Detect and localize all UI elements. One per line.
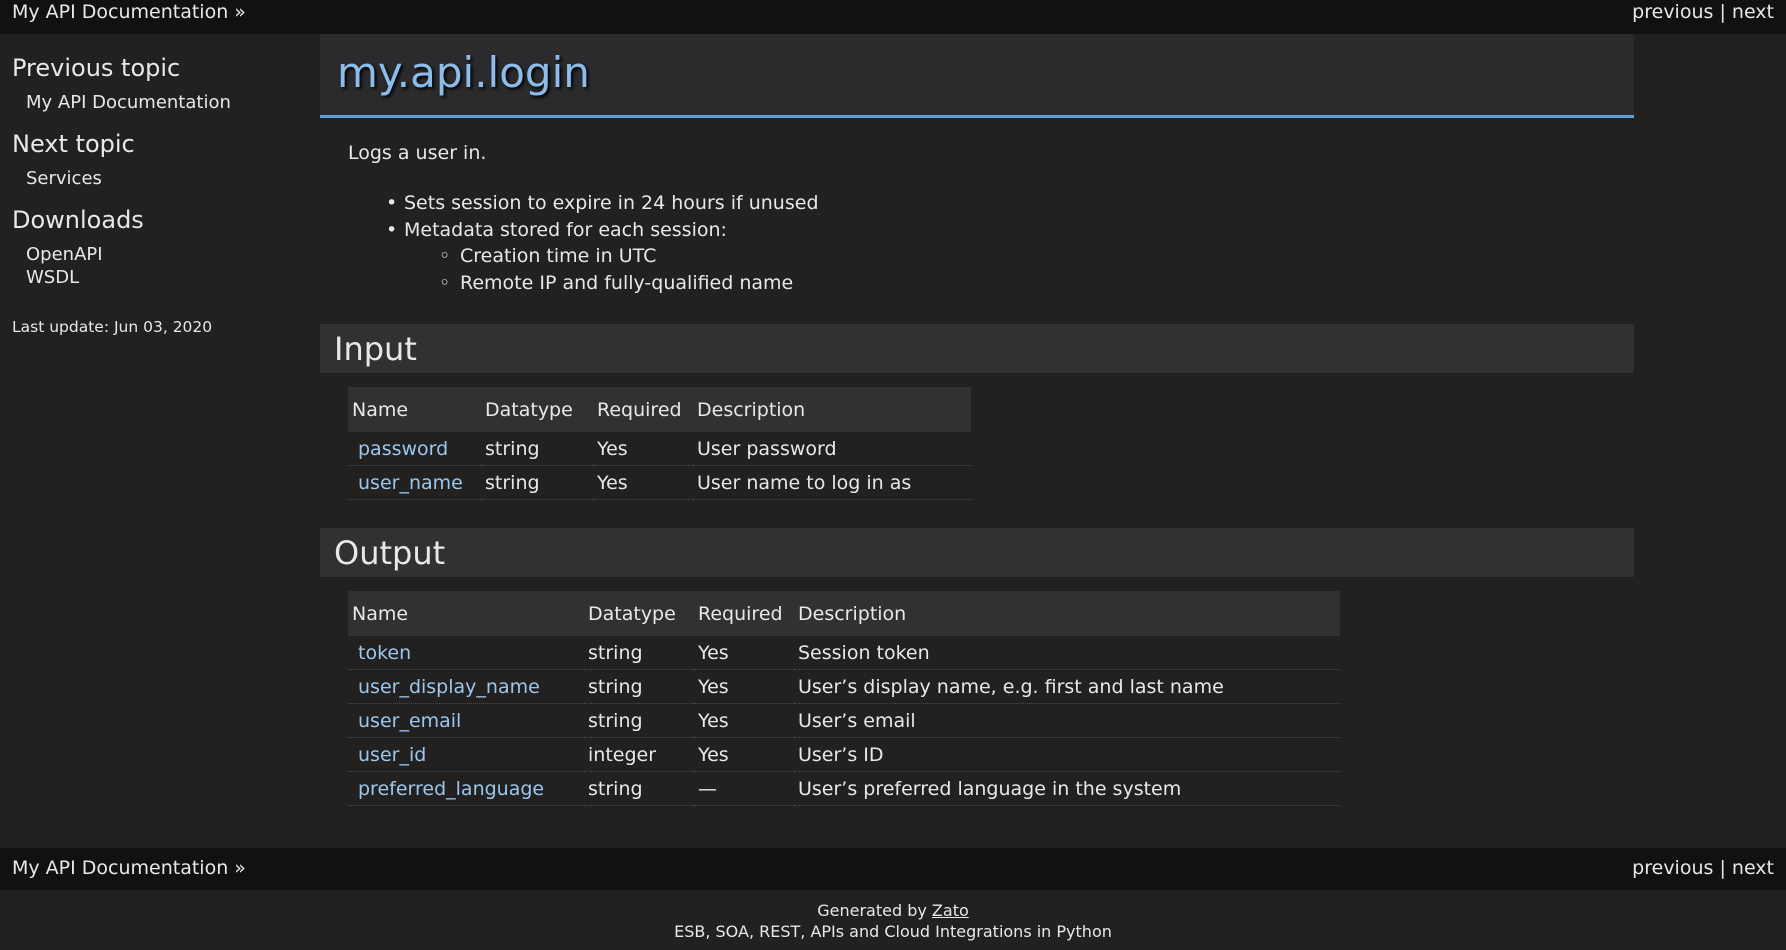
sidebar: Previous topic My API Documentation Next… [0,34,318,848]
footer-tagline: ESB, SOA, REST, APIs and Cloud Integrati… [674,922,1112,941]
breadcrumb: My API Documentation » [12,1,246,23]
param-required: Yes [694,737,794,772]
output-section-header: Output [320,528,1634,577]
param-datatype: string [481,432,593,466]
table-row: user_name string Yes User name to log in… [348,465,971,500]
table-row: token string Yes Session token [348,636,1340,670]
column-header-required: Required [694,591,794,636]
home-link[interactable]: My API Documentation [12,857,228,879]
home-link[interactable]: My API Documentation [12,1,228,23]
param-name-link[interactable]: token [358,642,411,664]
main-content: my.api.login Logs a user in. Sets sessio… [320,34,1634,848]
param-required: Yes [593,432,693,466]
list-item: Sets session to expire in 24 hours if un… [320,190,819,217]
downloads-heading: Downloads [12,206,144,234]
breadcrumb-separator: » [234,857,246,879]
previous-topic-link[interactable]: My API Documentation [26,92,231,113]
param-description: User password [693,432,971,466]
previous-link[interactable]: previous [1632,857,1713,879]
prev-next-nav: previous | next [1632,857,1774,879]
param-description: User’s preferred language in the system [794,771,1340,806]
param-name-link[interactable]: user_display_name [358,676,540,698]
param-description: User’s display name, e.g. first and last… [794,669,1340,704]
title-bar: my.api.login [320,34,1634,118]
param-datatype: string [481,465,593,500]
table-row: user_display_name string Yes User’s disp… [348,669,1340,704]
top-nav-bar: My API Documentation » previous | next [0,0,1786,34]
param-required: Yes [694,636,794,670]
column-header-name: Name [348,387,481,432]
previous-topic-heading: Previous topic [12,54,181,82]
column-header-datatype: Datatype [584,591,694,636]
breadcrumb-separator: » [234,1,246,23]
param-description: User’s email [794,703,1340,738]
param-required: — [694,771,794,806]
input-heading: Input [334,330,417,368]
generated-by-line: Generated by Zato [0,901,1786,920]
prev-next-nav: previous | next [1632,1,1774,23]
list-item: Metadata stored for each session: [320,217,819,244]
next-link[interactable]: next [1732,1,1774,23]
column-header-name: Name [348,591,584,636]
last-update: Last update: Jun 03, 2020 [12,318,213,336]
footer: Generated by Zato ESB, SOA, REST, APIs a… [0,890,1786,950]
table-header-row: Name Datatype Required Description [348,591,1340,636]
download-openapi-link[interactable]: OpenAPI [26,244,103,265]
generated-by-text: Generated by [817,901,927,920]
next-topic-link[interactable]: Services [26,168,102,189]
param-name-link[interactable]: user_id [358,744,426,766]
input-table: Name Datatype Required Description passw… [348,387,971,500]
param-required: Yes [593,465,693,500]
list-item: Creation time in UTC [320,243,819,270]
column-header-required: Required [593,387,693,432]
param-description: Session token [794,636,1340,670]
page-title: my.api.login [337,48,590,97]
next-link[interactable]: next [1732,857,1774,879]
nav-separator: | [1719,857,1726,879]
output-heading: Output [334,534,446,572]
breadcrumb: My API Documentation » [12,857,246,879]
param-name-link[interactable]: user_name [358,472,463,494]
param-required: Yes [694,669,794,704]
column-header-description: Description [794,591,1340,636]
description-list: Sets session to expire in 24 hours if un… [320,190,819,296]
param-required: Yes [694,703,794,738]
nav-separator: | [1719,1,1726,23]
previous-link[interactable]: previous [1632,1,1713,23]
param-datatype: string [584,703,694,738]
column-header-description: Description [693,387,971,432]
param-name-link[interactable]: user_email [358,710,461,732]
param-description: User name to log in as [693,465,971,500]
table-row: password string Yes User password [348,432,971,466]
param-datatype: string [584,636,694,670]
download-wsdl-link[interactable]: WSDL [26,267,79,288]
output-table: Name Datatype Required Description token… [348,591,1340,806]
list-item: Remote IP and fully-qualified name [320,270,819,297]
input-section-header: Input [320,324,1634,373]
param-description: User’s ID [794,737,1340,772]
table-row: user_email string Yes User’s email [348,703,1340,738]
table-row: preferred_language string — User’s prefe… [348,771,1340,806]
param-datatype: string [584,669,694,704]
service-summary: Logs a user in. [348,142,487,164]
next-topic-heading: Next topic [12,130,135,158]
param-datatype: integer [584,737,694,772]
zato-link[interactable]: Zato [932,901,969,920]
table-row: user_id integer Yes User’s ID [348,737,1340,772]
param-name-link[interactable]: preferred_language [358,778,544,800]
param-datatype: string [584,771,694,806]
bottom-nav-bar: My API Documentation » previous | next [0,848,1786,890]
param-name-link[interactable]: password [358,438,448,460]
table-header-row: Name Datatype Required Description [348,387,971,432]
column-header-datatype: Datatype [481,387,593,432]
